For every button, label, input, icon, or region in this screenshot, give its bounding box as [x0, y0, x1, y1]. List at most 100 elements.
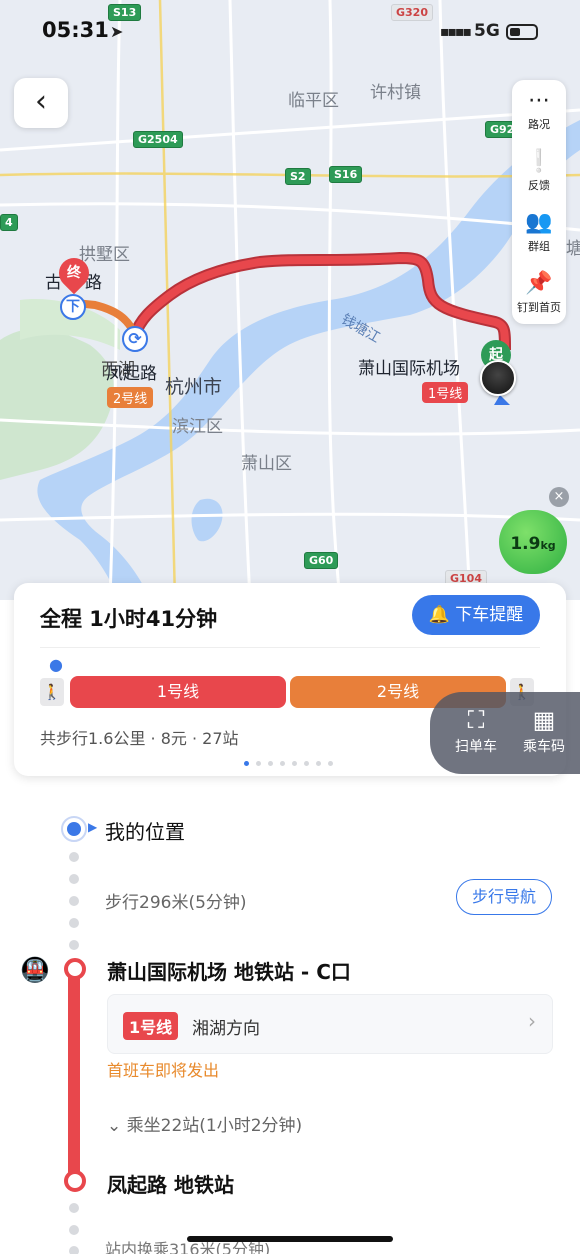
station-ring	[64, 1170, 86, 1192]
walk-navigation-button[interactable]: 步行导航	[456, 879, 552, 915]
page-dot[interactable]	[304, 761, 309, 766]
scan-icon: ⛶	[467, 706, 485, 734]
location-pin-icon: ●	[49, 655, 63, 674]
divider	[40, 647, 540, 648]
group-icon: 👥	[525, 210, 553, 235]
ride-info-toggle[interactable]: ⌄ 乘坐22站(1小时2分钟)	[107, 1111, 302, 1136]
map-label: 萧山区	[241, 454, 292, 474]
location-arrow-icon: ➤	[110, 22, 124, 41]
scan-bike-button[interactable]: ⛶ 扫单车	[446, 704, 506, 756]
co2-unit: kg	[540, 539, 556, 552]
traffic-icon: ⋯	[528, 88, 550, 113]
line-badge: 1号线	[123, 1012, 179, 1040]
walk-info: 步行296米(5分钟)	[105, 893, 247, 913]
page-dot[interactable]	[280, 761, 285, 766]
line-direction-row[interactable]: 1号线 湘湖方向 ›	[107, 994, 553, 1054]
line1-track	[68, 970, 80, 1184]
walk-dot	[69, 918, 79, 928]
total-duration: 全程 1小时41分钟	[40, 607, 218, 631]
map-label: 塘	[566, 239, 580, 259]
route-stats: 共步行1.6公里 · 8元 · 27站	[40, 729, 239, 748]
route-timeline: ▶ 我的位置 步行296米(5分钟) 步行导航 🚇 萧山国际机场 地铁站 - C…	[0, 790, 580, 1254]
walk-icon: 🚶	[40, 678, 64, 706]
tool-label: 反馈	[528, 179, 550, 192]
traffic-button[interactable]: ⋯ 路况	[512, 80, 566, 141]
boarding-station[interactable]: 萧山国际机场 地铁站 - C口	[107, 956, 351, 985]
route-map[interactable]: S13 G320 G2504 G92 S2 S16 G60 G104 4 临平区…	[0, 0, 580, 600]
page-dot[interactable]	[292, 761, 297, 766]
co2-value: 1.9	[510, 534, 541, 554]
walk-dot	[69, 940, 79, 950]
map-label: 滨江区	[172, 417, 223, 437]
chevron-right-icon: ›	[528, 1009, 536, 1033]
page-dot[interactable]	[244, 761, 249, 766]
chevron-down-icon: ⌄	[107, 1116, 122, 1136]
tool-label: 钉到首页	[517, 301, 561, 314]
station-ring	[64, 958, 86, 980]
map-label-station: 凤起路	[106, 364, 157, 384]
walk-dot	[69, 874, 79, 884]
bell-icon: 🔔	[428, 605, 450, 625]
close-co2-button[interactable]: ×	[549, 487, 569, 507]
tool-label: 路况	[528, 118, 550, 131]
highway-shield: 4	[0, 214, 18, 231]
app-root: S13 G320 G2504 G92 S2 S16 G60 G104 4 临平区…	[0, 0, 580, 1254]
walk-dot	[69, 1225, 79, 1235]
destination-marker[interactable]: 终	[52, 251, 96, 295]
map-label-city: 杭州市	[165, 376, 223, 398]
first-train-notice: 首班车即将发出	[107, 1061, 220, 1080]
highway-shield: G2504	[133, 131, 183, 148]
ride-code-button[interactable]: ▦ 乘车码	[514, 704, 574, 756]
page-dot[interactable]	[328, 761, 333, 766]
network-type: 5G	[474, 21, 500, 41]
alight-marker[interactable]: 下	[60, 294, 86, 320]
ride-code-label: 乘车码	[523, 739, 565, 755]
transfer-icon[interactable]: ⟳	[122, 326, 148, 352]
walk-dot	[69, 1203, 79, 1213]
status-bar: 05:31 ➤ ▪▪▪▪ 5G	[0, 18, 580, 48]
tool-label: 群组	[528, 240, 550, 253]
back-button[interactable]: ‹	[14, 78, 68, 128]
feedback-icon: ❕	[525, 149, 553, 174]
my-location-label: 我的位置	[105, 820, 185, 844]
line-badge: 1号线	[422, 382, 469, 403]
feedback-button[interactable]: ❕ 反馈	[512, 141, 566, 202]
alight-reminder-button[interactable]: 🔔 下车提醒	[412, 595, 540, 635]
signal-icon: ▪▪▪▪	[440, 24, 472, 40]
chevron-left-icon: ‹	[35, 84, 47, 119]
transfer-station[interactable]: 凤起路 地铁站	[107, 1169, 234, 1198]
ride-info: 乘坐22站(1小时2分钟)	[126, 1116, 303, 1136]
highway-shield: S2	[285, 168, 311, 185]
status-time: 05:31	[42, 18, 109, 42]
highway-shield: G60	[304, 552, 339, 569]
segment-line1: 1号线	[70, 676, 286, 708]
user-avatar[interactable]	[480, 360, 516, 396]
map-toolbar: ⋯ 路况 ❕ 反馈 👥 群组 📌 钉到首页	[512, 80, 566, 324]
metro-icon: 🚇	[20, 956, 50, 984]
carbon-badge[interactable]: 1.9kg	[499, 510, 567, 574]
page-dot[interactable]	[268, 761, 273, 766]
walk-dot	[69, 852, 79, 862]
walk-dot	[69, 896, 79, 906]
heading-arrow-icon: ▶	[88, 820, 98, 834]
walk-dot	[69, 1246, 79, 1254]
page-dot[interactable]	[316, 761, 321, 766]
map-label: 许村镇	[370, 83, 421, 103]
home-indicator	[187, 1236, 393, 1242]
qr-code-icon: ▦	[532, 706, 556, 734]
battery-icon	[506, 24, 538, 40]
pin-icon: 📌	[525, 271, 553, 296]
map-label: 临平区	[288, 91, 339, 111]
line-badge: 2号线	[107, 387, 154, 408]
pin-to-home-button[interactable]: 📌 钉到首页	[512, 263, 566, 324]
scan-label: 扫单车	[455, 739, 497, 755]
reminder-label: 下车提醒	[455, 605, 524, 625]
my-location-dot	[61, 816, 87, 842]
map-label-station: 萧山国际机场	[358, 359, 460, 379]
scan-float-panel: ⛶ 扫单车 ▦ 乘车码	[430, 692, 580, 774]
page-indicator	[244, 761, 340, 766]
page-dot[interactable]	[256, 761, 261, 766]
direction-text: 湘湖方向	[192, 1019, 260, 1039]
highway-shield: S16	[329, 166, 363, 183]
group-button[interactable]: 👥 群组	[512, 202, 566, 263]
